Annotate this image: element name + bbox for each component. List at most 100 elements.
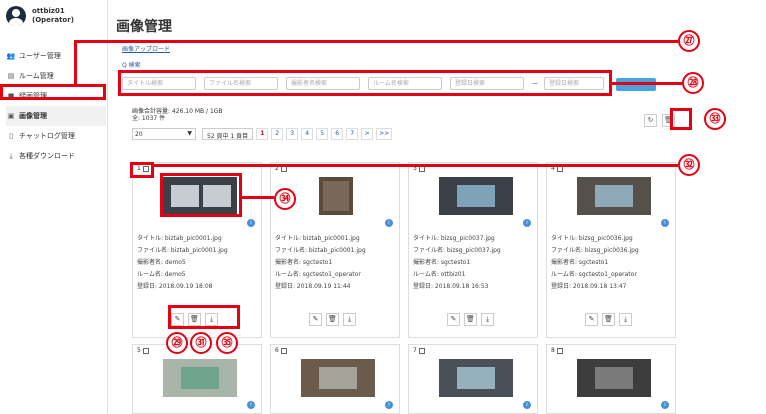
download-icon[interactable]: ⤓ [619,313,632,326]
card-number: 6 [275,347,279,354]
image-thumbnail[interactable] [577,359,651,397]
sidebar-item-label: 各種ダウンロード [19,152,75,160]
image-thumbnail[interactable] [163,359,237,397]
annotation-box-filters [118,70,612,96]
callout-32: ㉜ [678,154,700,176]
page-link-5[interactable]: 5 [316,128,329,140]
sidebar-item-images[interactable]: ▣ 画像管理 [6,106,106,126]
edit-icon[interactable]: ✎ [447,313,460,326]
card-date: 登録日: 2018.09.18 16:53 [413,283,489,290]
callout-33: ㉝ [704,108,726,130]
download-icon[interactable]: ⤓ [343,313,356,326]
info-icon[interactable]: i [247,401,255,409]
sidebar-item-downloads[interactable]: ⤓ 各種ダウンロード [6,146,106,166]
page-link-2[interactable]: 2 [271,128,284,140]
page-link-6[interactable]: 6 [331,128,344,140]
checkbox-icon[interactable] [142,347,149,354]
card-title: タイトル: bizsg_pic0037.jpg [413,235,495,242]
user-block: ottbiz01 (Operator) [6,6,74,26]
annotation-line [74,40,77,86]
delete-icon[interactable]: 🗑 [464,313,477,326]
info-icon[interactable]: i [523,401,531,409]
checkbox-icon[interactable] [418,347,425,354]
page-link-7[interactable]: 7 [346,128,359,140]
sidebar-item-users[interactable]: 👥 ユーザー管理 [6,46,106,66]
sidebar-item-label: ルーム管理 [19,72,54,80]
card-date: 登録日: 2018.09.18 13:47 [551,283,627,290]
annotation-box-recordings [0,84,106,100]
card-photographer: 撮影者名: sgctesto1 [551,259,609,266]
card-actions: ✎ 🗑 ⤓ [447,313,498,326]
annotation-line [612,82,682,85]
per-page-select[interactable]: 20 [132,128,196,140]
card-photographer: 撮影者名: demo5 [137,259,186,266]
annotation-line [242,196,274,199]
upload-link[interactable]: 画像アップロード [122,44,170,53]
edit-icon[interactable]: ✎ [585,313,598,326]
image-card-3: 3 i タイトル: bizsg_pic0037.jpg ファイル名: bizsg… [408,162,538,338]
image-icon: ▣ [7,112,15,120]
page-link-1[interactable]: 1 [256,128,269,140]
callout-27: ㉗ [678,30,700,52]
callout-34: ㉞ [274,188,296,210]
card-checkbox[interactable]: 7 [409,345,537,355]
info-icon[interactable]: i [523,219,531,227]
callout-31: ㉛ [190,332,212,354]
info-icon[interactable]: i [661,401,669,409]
image-thumbnail[interactable] [301,359,375,397]
download-icon[interactable]: ⤓ [481,313,494,326]
edit-icon[interactable]: ✎ [309,313,322,326]
user-role: (Operator) [32,16,74,24]
sidebar-item-label: チャットログ管理 [19,132,75,140]
card-filename: ファイル名: biztab_pic0001.jpg [137,247,228,254]
card-filename: ファイル名: biztab_pic0001.jpg [275,247,366,254]
sidebar-item-label: ユーザー管理 [19,52,61,60]
checkbox-icon[interactable] [556,347,563,354]
info-icon[interactable]: i [661,219,669,227]
info-icon[interactable]: i [385,219,393,227]
delete-icon[interactable]: 🗑 [602,313,615,326]
card-details: タイトル: biztab_pic0001.jpg ファイル名: biztab_p… [137,233,228,293]
checkbox-icon[interactable] [280,347,287,354]
avatar[interactable] [6,6,26,26]
sidebar-item-chatlog[interactable]: ▯ チャットログ管理 [6,126,106,146]
refresh-icon[interactable]: ↻ [644,114,657,127]
page-link-4[interactable]: 4 [301,128,314,140]
image-thumbnail[interactable] [439,177,513,215]
annotation-box-checkbox [130,162,154,178]
card-actions: ✎ 🗑 ⤓ [585,313,636,326]
card-filename: ファイル名: bizsg_pic0036.jpg [551,247,639,254]
card-details: タイトル: bizsg_pic0037.jpg ファイル名: bizsg_pic… [413,233,501,293]
storage-used: 画像合計容量: 426.10 MB / 1GB [132,108,223,115]
image-thumbnail[interactable] [577,177,651,215]
image-card-4: 4 i タイトル: bizsg_pic0036.jpg ファイル名: bizsg… [546,162,676,338]
document-icon: ▯ [9,132,13,140]
card-checkbox[interactable]: 8 [547,345,675,355]
last-page-link[interactable]: >> [376,128,393,140]
info-icon[interactable]: i [247,219,255,227]
image-card-5: 5 i [132,344,262,414]
next-page-link[interactable]: > [361,128,374,140]
info-icon[interactable]: i [385,401,393,409]
image-thumbnail[interactable] [319,177,353,215]
page-link-3[interactable]: 3 [286,128,299,140]
image-card-8: 8 i [546,344,676,414]
sidebar: ottbiz01 (Operator) 👥 ユーザー管理 ▤ ルーム管理 ■ 録画管理… [0,0,108,414]
sidebar-item-rooms[interactable]: ▤ ルーム管理 [6,66,106,86]
delete-icon[interactable]: 🗑 [326,313,339,326]
card-room: ルーム名: ottbiz01 [413,271,466,278]
annotation-line [154,164,678,167]
annotation-box-bulk-delete [670,108,692,130]
card-photographer: 撮影者名: sgctesto1 [275,259,333,266]
card-date: 登録日: 2018.09.19 18:08 [137,283,213,290]
image-card-7: 7 i [408,344,538,414]
card-title: タイトル: biztab_pic0001.jpg [137,235,222,242]
card-room: ルーム名: sgctesto1_operator [275,271,361,278]
card-title: タイトル: bizsg_pic0036.jpg [551,235,633,242]
card-number: 8 [551,347,555,354]
image-thumbnail[interactable] [439,359,513,397]
search-toggle[interactable]: Q 検索 [122,60,141,69]
user-name-block: ottbiz01 (Operator) [32,7,74,25]
card-checkbox[interactable]: 6 [271,345,399,355]
download-icon: ⤓ [9,151,13,160]
